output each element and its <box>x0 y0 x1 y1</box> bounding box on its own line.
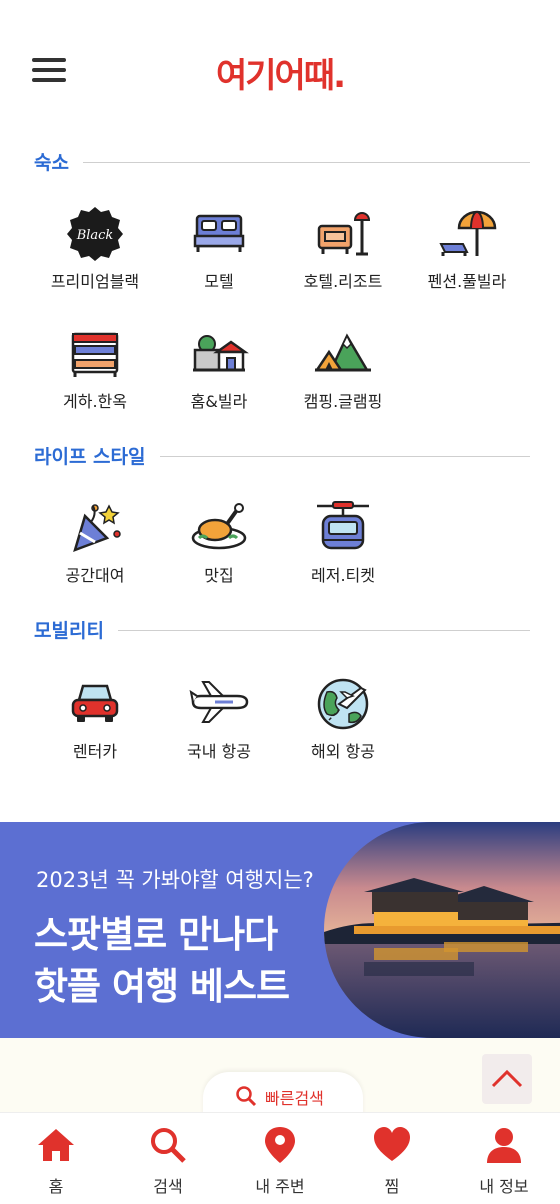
header: 여기어때. <box>0 0 560 130</box>
chevron-up-icon <box>491 1069 523 1088</box>
category-label: 캠핑.글램핑 <box>303 392 383 411</box>
banner-photo <box>324 822 560 1038</box>
cable-car-icon <box>317 501 369 550</box>
nav-home[interactable]: 홈 <box>0 1113 112 1204</box>
banner-subtitle: 2023년 꼭 가봐야할 여행지는? <box>36 868 314 892</box>
quick-search-label: 빠른검색 <box>265 1089 324 1108</box>
category-label: 레저.티켓 <box>311 566 375 585</box>
section-title-mobility: 모빌리티 <box>34 616 118 643</box>
nav-wishlist[interactable]: 찜 <box>336 1113 448 1204</box>
location-pin-icon <box>265 1127 295 1163</box>
app-logo[interactable]: 여기어때. <box>0 48 560 97</box>
category-rental-car[interactable]: 렌터카 <box>33 674 157 762</box>
banner-title-line1: 스팟별로 만나다 <box>34 913 278 956</box>
section-title-stay: 숙소 <box>34 148 83 175</box>
category-leisure-ticket[interactable]: 레저.티켓 <box>281 498 405 586</box>
search-icon <box>236 1086 257 1107</box>
nav-search[interactable]: 검색 <box>112 1113 224 1204</box>
house-icon <box>193 335 249 372</box>
nav-label: 내 주변 <box>255 1177 305 1196</box>
airplane-icon <box>189 681 249 723</box>
category-label: 국내 항공 <box>187 742 251 761</box>
category-label: 게하.한옥 <box>63 392 127 411</box>
user-icon <box>487 1128 521 1163</box>
category-international-flight[interactable]: 해외 항공 <box>281 674 405 762</box>
category-premium-black[interactable]: Black 프리미엄블랙 <box>33 204 157 292</box>
heart-icon <box>374 1127 410 1161</box>
category-home-villa[interactable]: 홈&빌라 <box>157 324 281 412</box>
category-pension-poolvilla[interactable]: 펜션.풀빌라 <box>405 204 529 292</box>
category-label: 프리미엄블랙 <box>50 272 140 291</box>
section-title-lifestyle: 라이프 스타일 <box>34 442 160 469</box>
category-motel[interactable]: 모텔 <box>157 204 281 292</box>
nav-label: 내 정보 <box>479 1177 529 1196</box>
scroll-to-top-button[interactable] <box>482 1054 532 1104</box>
beach-umbrella-icon <box>439 210 497 256</box>
svg-text:Black: Black <box>76 228 114 243</box>
category-label: 호텔.리조트 <box>303 272 383 291</box>
category-label: 홈&빌라 <box>190 392 248 411</box>
nav-label: 찜 <box>384 1177 400 1196</box>
car-icon <box>71 684 119 722</box>
category-label: 공간대여 <box>65 566 125 585</box>
home-icon <box>38 1129 74 1161</box>
tent-mountain-icon <box>314 333 371 372</box>
nav-my-info[interactable]: 내 정보 <box>448 1113 560 1204</box>
banner-title-line2: 핫플 여행 베스트 <box>34 965 290 1008</box>
sofa-lamp-icon <box>317 212 371 256</box>
category-label: 렌터카 <box>72 742 118 761</box>
search-icon <box>151 1128 186 1163</box>
category-guesthouse-hanok[interactable]: 게하.한옥 <box>33 324 157 412</box>
nav-label: 검색 <box>153 1177 183 1196</box>
globe-plane-icon <box>317 678 369 730</box>
category-camping-glamping[interactable]: 캠핑.글램핑 <box>281 324 405 412</box>
promo-banner[interactable]: 2023년 꼭 가봐야할 여행지는? 스팟별로 만나다 핫플 여행 베스트 <box>0 822 560 1038</box>
party-popper-icon <box>73 504 121 553</box>
roast-chicken-icon <box>191 503 247 550</box>
bunk-bed-icon <box>71 332 119 377</box>
category-hotel-resort[interactable]: 호텔.리조트 <box>281 204 405 292</box>
category-domestic-flight[interactable]: 국내 항공 <box>157 674 281 762</box>
nav-label: 홈 <box>48 1177 64 1196</box>
category-label: 펜션.풀빌라 <box>427 272 507 291</box>
nav-nearby[interactable]: 내 주변 <box>224 1113 336 1204</box>
category-label: 모텔 <box>204 272 234 291</box>
category-label: 해외 항공 <box>311 742 375 761</box>
category-restaurant[interactable]: 맛집 <box>157 498 281 586</box>
category-label: 맛집 <box>204 566 234 585</box>
category-space-rental[interactable]: 공간대여 <box>33 498 157 586</box>
black-badge-icon: Black <box>67 207 123 261</box>
bottom-navigation: 홈 검색 내 주변 찜 내 정보 <box>0 1112 560 1204</box>
bed-icon <box>193 214 245 252</box>
section-divider <box>34 162 530 163</box>
